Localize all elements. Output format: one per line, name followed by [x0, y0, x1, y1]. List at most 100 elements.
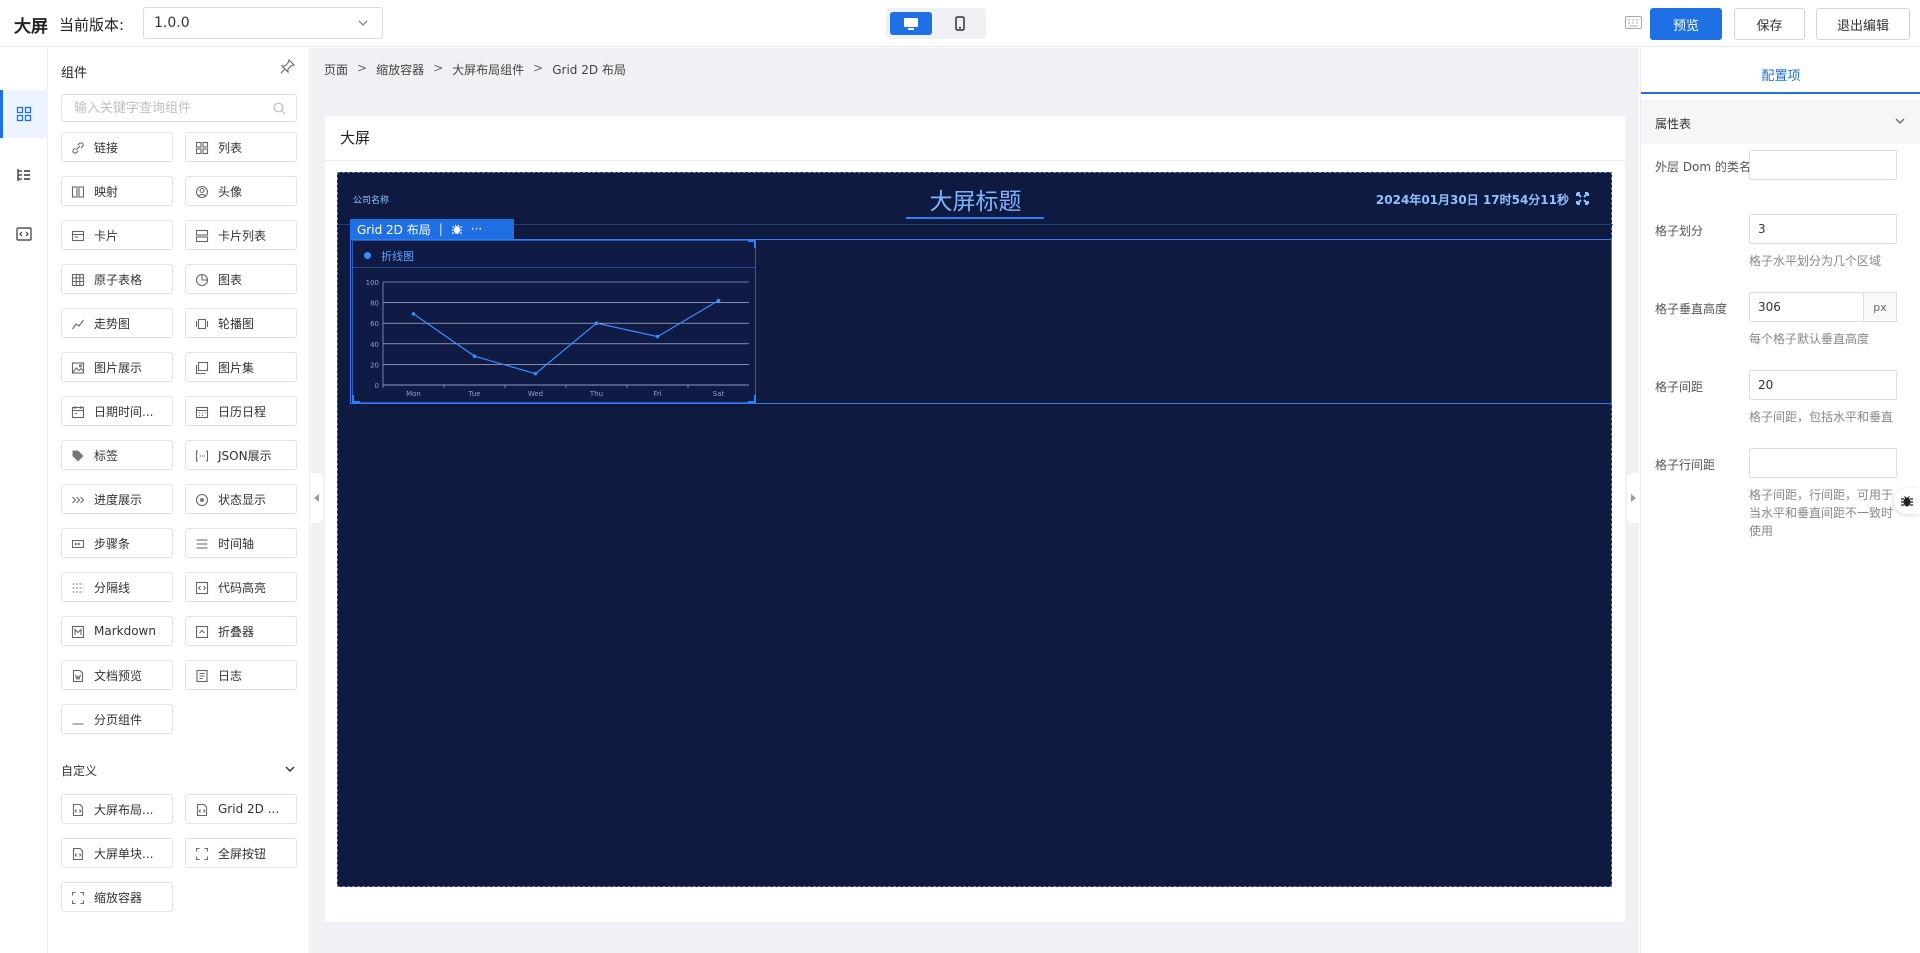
property-input[interactable]	[1749, 448, 1897, 478]
component-item[interactable]: 卡片列表	[185, 220, 297, 250]
code-icon	[16, 227, 32, 241]
header-divider	[338, 224, 1613, 225]
component-item[interactable]: 折叠器	[185, 616, 297, 646]
component-label: Grid 2D ...	[218, 802, 280, 816]
custom-section-title: 自定义	[61, 764, 98, 778]
breadcrumb-item[interactable]: 大屏布局组件	[452, 61, 524, 78]
image-icon	[71, 362, 85, 374]
collapse-left-panel[interactable]	[311, 473, 323, 523]
component-label: 标签	[94, 448, 119, 463]
page-name: 大屏	[340, 129, 371, 147]
component-item[interactable]: 日历日程	[185, 396, 297, 426]
component-label: 大屏布局...	[94, 802, 154, 817]
component-label: 进度展示	[94, 492, 143, 507]
big-screen-canvas[interactable]: 公司名称 大屏标题 2024年01月30日 17时54分11秒 Grid 2D …	[337, 172, 1613, 887]
component-label: 图片集	[218, 360, 255, 375]
search-icon	[273, 102, 286, 115]
more-actions-button[interactable]: ···	[471, 222, 482, 236]
component-item[interactable]: 列表	[185, 132, 297, 162]
chart-title: 折线图	[381, 250, 414, 263]
data-point	[594, 321, 599, 325]
component-label: 日期时间...	[94, 404, 154, 419]
carousel-icon	[195, 318, 209, 330]
trend-icon	[72, 319, 84, 330]
chevron-down-icon	[285, 766, 295, 772]
component-label: Markdown	[94, 624, 156, 638]
tab-config[interactable]: 配置项	[1641, 48, 1920, 94]
doc-icon	[72, 669, 84, 683]
title-underline	[906, 217, 1044, 219]
component-item[interactable]: 图片展示	[61, 352, 173, 382]
breadcrumb-separator: >	[533, 61, 544, 75]
component-item[interactable]: 头像	[185, 176, 297, 206]
component-item[interactable]: 全屏按钮	[185, 838, 297, 868]
component-item[interactable]: 日志	[185, 660, 297, 690]
rail-outline[interactable]	[0, 151, 48, 199]
component-item[interactable]: Markdown	[61, 616, 173, 646]
component-label: 卡片	[94, 228, 119, 243]
collapse-right-panel[interactable]	[1627, 473, 1639, 523]
breadcrumb-item[interactable]: Grid 2D 布局	[552, 61, 626, 78]
component-label: 原子表格	[94, 272, 143, 287]
component-item[interactable]: 轮播图	[185, 308, 297, 338]
rail-code[interactable]	[0, 210, 48, 258]
component-item[interactable]: 映射	[61, 176, 173, 206]
property-input[interactable]: 20	[1749, 370, 1897, 400]
property-input[interactable]: 306	[1749, 292, 1864, 322]
component-item[interactable]: 文档预览	[61, 660, 173, 690]
custom-section-header[interactable]: 自定义	[61, 762, 301, 779]
component-item[interactable]: 进度展示	[61, 484, 173, 514]
property-label: 格子垂直高度	[1655, 302, 1728, 316]
breadcrumb-item[interactable]: 缩放容器	[376, 61, 424, 78]
components-icon	[16, 106, 32, 122]
component-item[interactable]: 图片集	[185, 352, 297, 382]
component-label: 全屏按钮	[218, 846, 267, 861]
component-label: 步骤条	[94, 536, 131, 551]
component-item[interactable]: Grid 2D ...	[185, 794, 297, 824]
status-icon	[195, 493, 209, 507]
preview-button[interactable]: 预览	[1650, 8, 1722, 40]
exit-edit-button[interactable]: 退出编辑	[1816, 8, 1910, 40]
pin-icon[interactable]	[280, 59, 295, 74]
component-item[interactable]: 大屏单块...	[61, 838, 173, 868]
component-item[interactable]: 分隔线	[61, 572, 173, 602]
component-item[interactable]: 原子表格	[61, 264, 173, 294]
component-item[interactable]: JSON展示	[185, 440, 297, 470]
fullscreen-icon[interactable]	[1576, 192, 1589, 205]
component-label: 时间轴	[218, 536, 255, 551]
component-search	[61, 94, 297, 122]
property-hint: 格子水平划分为几个区域	[1749, 254, 1882, 268]
version-select[interactable]: 1.0.0	[143, 7, 383, 39]
x-tick-label: Wed	[528, 390, 543, 398]
component-label: 链接	[94, 140, 119, 155]
component-item[interactable]: 图表	[185, 264, 297, 294]
component-item[interactable]: 时间轴	[185, 528, 297, 558]
breadcrumb-item[interactable]: 页面	[324, 61, 348, 78]
component-item[interactable]: 走势图	[61, 308, 173, 338]
component-item[interactable]: 状态显示	[185, 484, 297, 514]
component-item[interactable]: 缩放容器	[61, 882, 173, 912]
property-input[interactable]	[1749, 150, 1897, 180]
rail-components[interactable]	[0, 90, 48, 138]
component-item[interactable]: 卡片	[61, 220, 173, 250]
property-input[interactable]: 3	[1749, 214, 1897, 244]
component-item[interactable]: 分页组件	[61, 704, 173, 734]
component-item[interactable]: 标签	[61, 440, 173, 470]
bug-icon[interactable]	[451, 223, 463, 235]
component-item[interactable]: 大屏布局...	[61, 794, 173, 824]
component-item[interactable]: 代码高亮	[185, 572, 297, 602]
component-item[interactable]: 步骤条	[61, 528, 173, 558]
component-item[interactable]: 链接	[61, 132, 173, 162]
selection-corner	[352, 395, 360, 403]
line-chart-card[interactable]: 折线图 0 20 40 60 80 100 Mon Tue Wed Thu Fri Sat	[352, 240, 756, 403]
desktop-view-button[interactable]	[890, 12, 932, 35]
property-section-header[interactable]: 属性表	[1641, 100, 1920, 144]
search-input[interactable]	[62, 95, 262, 121]
keyboard-icon[interactable]	[1625, 16, 1642, 29]
y-tick-label: 0	[375, 382, 379, 390]
save-button[interactable]: 保存	[1734, 8, 1805, 40]
debug-button[interactable]	[1894, 488, 1920, 514]
mobile-view-button[interactable]	[939, 12, 981, 35]
component-item[interactable]: 日期时间...	[61, 396, 173, 426]
component-label: 列表	[218, 140, 243, 155]
